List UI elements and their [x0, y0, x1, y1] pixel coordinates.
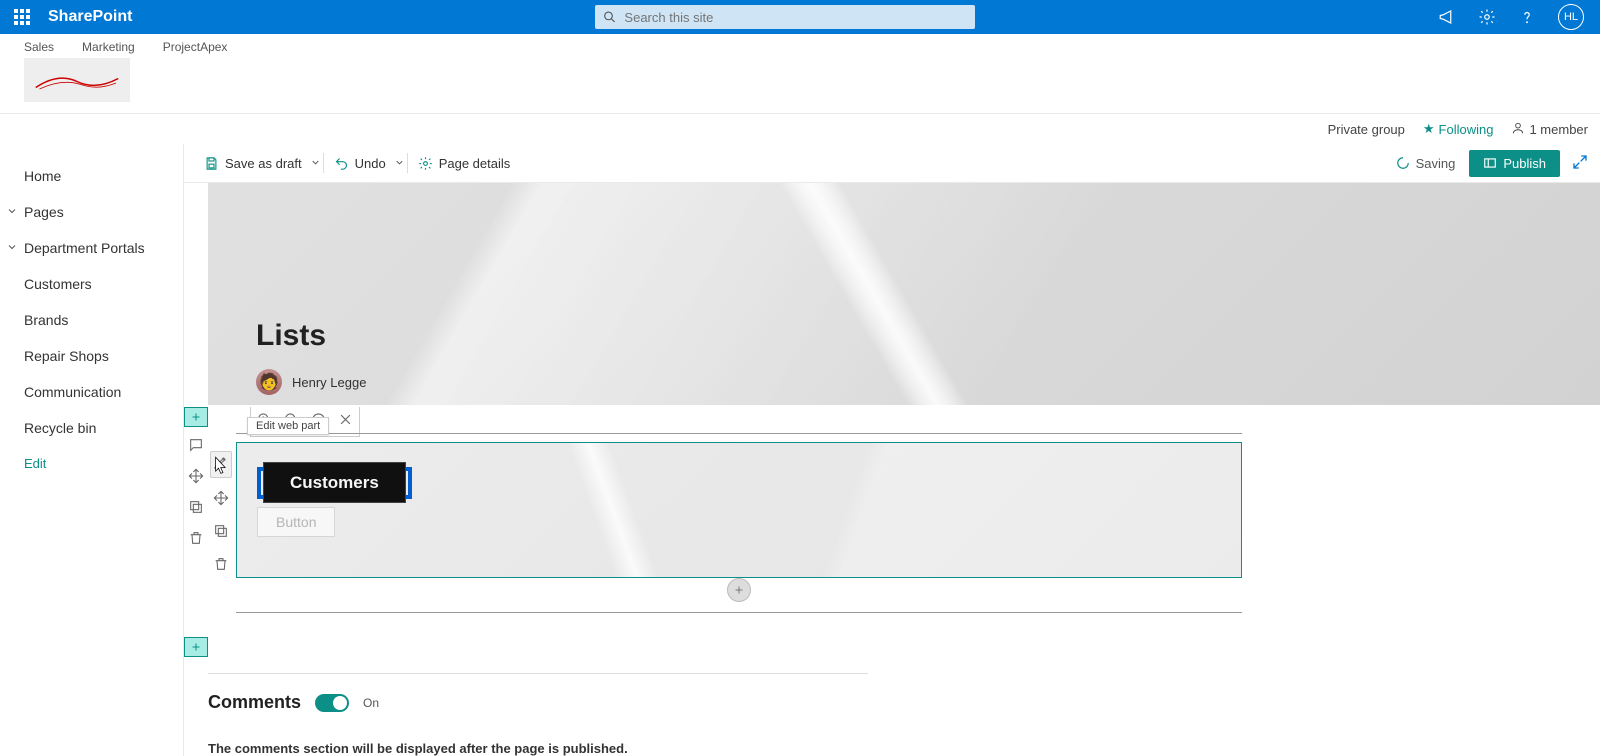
nav-pages-label: Pages: [24, 204, 64, 220]
comments-block: Comments On The comments section will be…: [208, 673, 868, 756]
hub-link-sales[interactable]: Sales: [24, 40, 54, 54]
section-delete-icon[interactable]: [188, 530, 204, 551]
comments-title: Comments: [208, 692, 301, 713]
delete-webpart-icon[interactable]: [213, 556, 229, 577]
gear-small-icon: [418, 156, 433, 171]
customers-button[interactable]: Customers: [263, 462, 406, 503]
following-label: Following: [1439, 122, 1494, 137]
members-label: 1 member: [1529, 122, 1588, 137]
nav-recycle-bin[interactable]: Recycle bin: [0, 410, 183, 446]
edit-webpart-tooltip: Edit web part: [247, 417, 329, 435]
help-icon[interactable]: [1518, 8, 1536, 26]
nav-customers[interactable]: Customers: [0, 266, 183, 302]
section-move-icon[interactable]: [188, 468, 204, 489]
comments-note: The comments section will be displayed a…: [208, 741, 868, 756]
comments-toggle[interactable]: [315, 694, 349, 712]
save-dropdown-icon[interactable]: [310, 156, 321, 171]
placeholder-button[interactable]: Button: [257, 507, 335, 537]
site-status-bar: Private group ★ Following 1 member: [0, 114, 1600, 144]
chevron-down-icon: [6, 240, 18, 256]
move-webpart-icon[interactable]: [213, 490, 229, 511]
section-comment-icon[interactable]: [188, 437, 204, 458]
user-avatar[interactable]: HL: [1558, 4, 1584, 30]
author-avatar[interactable]: 🧑: [256, 369, 282, 395]
nav-communication[interactable]: Communication: [0, 374, 183, 410]
chevron-down-icon: [6, 204, 18, 220]
save-as-draft-button[interactable]: Save as draft: [196, 156, 310, 171]
save-draft-label: Save as draft: [225, 156, 302, 171]
undo-dropdown-icon[interactable]: [394, 156, 405, 171]
megaphone-icon[interactable]: [1438, 8, 1456, 26]
page-details-label: Page details: [439, 156, 511, 171]
nav-dept-label: Department Portals: [24, 240, 145, 256]
publish-label: Publish: [1503, 156, 1546, 171]
hub-area: Sales Marketing ProjectApex: [0, 34, 1600, 114]
duplicate-webpart-icon[interactable]: [213, 523, 229, 544]
nav-edit-link[interactable]: Edit: [0, 446, 183, 481]
section-copy-icon[interactable]: [188, 499, 204, 520]
author-name[interactable]: Henry Legge: [292, 375, 366, 390]
publish-button[interactable]: Publish: [1469, 150, 1560, 177]
selected-button-wrap: Customers: [257, 467, 412, 499]
undo-label: Undo: [355, 156, 386, 171]
app-launcher-icon[interactable]: [8, 3, 36, 31]
webpart-toolbar: [207, 445, 235, 583]
spinner-icon: [1396, 156, 1410, 170]
brand-label[interactable]: SharePoint: [48, 8, 132, 26]
button-webpart[interactable]: Edit web part Customers: [236, 442, 1242, 578]
nav-home[interactable]: Home: [0, 158, 183, 194]
page-title[interactable]: Lists: [256, 319, 326, 353]
members-button[interactable]: 1 member: [1511, 121, 1588, 138]
page-hero[interactable]: Lists 🧑 Henry Legge: [208, 183, 1600, 405]
save-icon: [204, 156, 219, 171]
nav-pages[interactable]: Pages: [0, 194, 183, 230]
group-privacy-label: Private group: [1328, 122, 1405, 137]
person-icon: [1511, 121, 1525, 138]
search-input[interactable]: [624, 10, 967, 25]
search-icon: [603, 10, 616, 24]
hub-links: Sales Marketing ProjectApex: [24, 34, 1600, 54]
canvas-gutter: [184, 183, 208, 756]
comments-toggle-label: On: [363, 696, 379, 710]
publish-icon: [1483, 156, 1497, 170]
site-logo[interactable]: [24, 58, 130, 102]
author-row: 🧑 Henry Legge: [256, 369, 366, 395]
suite-bar: SharePoint HL: [0, 0, 1600, 34]
follow-button[interactable]: ★ Following: [1423, 121, 1494, 137]
close-zoom-icon[interactable]: [338, 412, 353, 432]
section[interactable]: Edit web part Customers: [236, 433, 1242, 590]
saving-label: Saving: [1416, 156, 1456, 171]
gear-icon[interactable]: [1478, 8, 1496, 26]
command-bar: Save as draft Undo Page details Saving P…: [184, 144, 1600, 183]
page-details-button[interactable]: Page details: [410, 156, 519, 171]
search-box[interactable]: [595, 5, 975, 29]
add-webpart-button[interactable]: [727, 578, 751, 602]
undo-button[interactable]: Undo: [326, 156, 394, 171]
left-nav: Home Pages Department Portals Customers …: [0, 144, 184, 756]
nav-brands[interactable]: Brands: [0, 302, 183, 338]
hub-link-projectapex[interactable]: ProjectApex: [163, 40, 228, 54]
add-section-button-top[interactable]: [184, 407, 208, 427]
saving-status: Saving: [1396, 156, 1456, 171]
nav-department-portals[interactable]: Department Portals: [0, 230, 183, 266]
expand-icon[interactable]: [1572, 154, 1588, 173]
add-section-button-bottom[interactable]: [184, 637, 208, 657]
edit-webpart-icon[interactable]: [210, 451, 232, 478]
undo-icon: [334, 156, 349, 171]
nav-repair-shops[interactable]: Repair Shops: [0, 338, 183, 374]
hub-link-marketing[interactable]: Marketing: [82, 40, 135, 54]
